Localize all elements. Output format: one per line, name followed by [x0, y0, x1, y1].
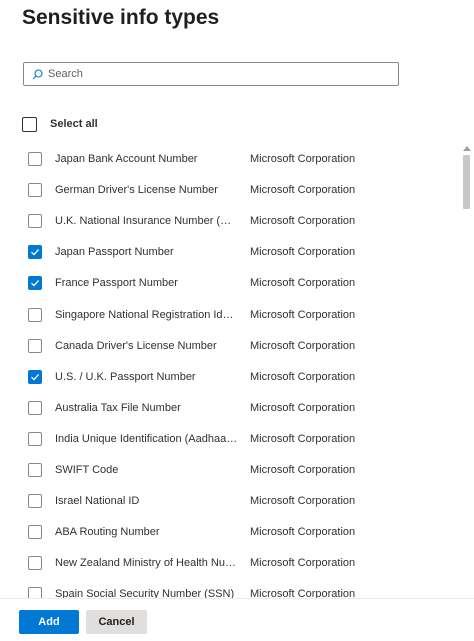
list-item[interactable]: German Driver's License Number Microsoft …: [0, 175, 460, 206]
list-item[interactable]: U.K. National Insurance Number (NINO) Mic…: [0, 206, 460, 237]
list-item[interactable]: Japan Passport Number Microsoft Corporati…: [0, 237, 460, 268]
item-publisher: Microsoft Corporation: [250, 588, 356, 598]
item-checkbox[interactable]: [28, 369, 42, 384]
search-input[interactable]: [48, 64, 398, 84]
item-checkbox[interactable]: [28, 214, 42, 229]
checkmark-icon: [31, 280, 40, 287]
list-item[interactable]: SWIFT Code Microsoft Corporation: [0, 455, 460, 486]
add-button[interactable]: Add: [19, 610, 79, 634]
item-checkbox[interactable]: [28, 494, 42, 509]
item-checkbox[interactable]: [28, 338, 42, 353]
list-item[interactable]: New Zealand Ministry of Health Number Mic…: [0, 548, 460, 579]
item-name: Singapore National Registration Identity…: [55, 308, 238, 321]
item-name: SWIFT Code: [55, 464, 119, 476]
info-types-list[interactable]: Japan Bank Account Number Microsoft Corpo…: [0, 143, 474, 598]
item-name: Spain Social Security Number (SSN): [55, 588, 235, 598]
search-box[interactable]: [23, 62, 399, 86]
item-name: Japan Passport Number: [55, 246, 174, 259]
item-publisher: Microsoft Corporation: [250, 339, 356, 352]
select-all-label: Select all: [50, 118, 98, 130]
item-name: German Driver's License Number: [55, 184, 218, 197]
scroll-thumb[interactable]: [463, 155, 470, 209]
item-name: ABA Routing Number: [55, 526, 160, 539]
item-publisher: Microsoft Corporation: [250, 215, 356, 228]
list-item[interactable]: U.S. / U.K. Passport Number Microsoft Cor…: [0, 361, 460, 392]
item-checkbox[interactable]: [28, 587, 42, 598]
list-item[interactable]: Canada Driver's License Number Microsoft …: [0, 330, 460, 361]
item-publisher: Microsoft Corporation: [250, 153, 356, 165]
item-publisher: Microsoft Corporation: [250, 308, 356, 321]
item-name: Israel National ID: [55, 495, 140, 508]
item-checkbox[interactable]: [28, 276, 42, 291]
item-publisher: Microsoft Corporation: [250, 495, 356, 508]
list-item[interactable]: Israel National ID Microsoft Corporation: [0, 486, 460, 517]
list-item[interactable]: India Unique Identification (Aadhaar) Nu…: [0, 423, 460, 454]
checkmark-icon: [31, 373, 40, 381]
list-item[interactable]: ABA Routing Number Microsoft Corporation: [0, 517, 460, 548]
item-checkbox[interactable]: [28, 400, 42, 415]
item-name: India Unique Identification (Aadhaar) Nu…: [55, 432, 238, 445]
item-name: Canada Driver's License Number: [55, 339, 217, 352]
vertical-scrollbar[interactable]: [460, 143, 474, 598]
item-checkbox[interactable]: [28, 245, 42, 260]
item-name: Australia Tax File Number: [55, 401, 181, 414]
list-item[interactable]: France Passport Number Microsoft Corporat…: [0, 268, 460, 299]
item-checkbox[interactable]: [28, 463, 42, 477]
item-checkbox[interactable]: [28, 307, 42, 322]
item-publisher: Microsoft Corporation: [250, 370, 356, 383]
item-publisher: Microsoft Corporation: [250, 277, 356, 290]
item-publisher: Microsoft Corporation: [250, 401, 356, 414]
list-item[interactable]: Singapore National Registration Identity…: [0, 299, 460, 330]
list-item[interactable]: Japan Bank Account Number Microsoft Corpo…: [0, 144, 460, 175]
item-publisher: Microsoft Corporation: [250, 526, 356, 539]
item-name: U.K. National Insurance Number (NINO): [55, 215, 238, 228]
select-all-row[interactable]: Select all: [22, 115, 98, 133]
item-checkbox[interactable]: [28, 152, 42, 166]
item-checkbox[interactable]: [28, 431, 42, 446]
item-publisher: Microsoft Corporation: [250, 464, 356, 476]
item-name: France Passport Number: [55, 277, 178, 290]
item-publisher: Microsoft Corporation: [250, 432, 356, 445]
item-publisher: Microsoft Corporation: [250, 557, 356, 570]
item-publisher: Microsoft Corporation: [250, 184, 356, 197]
item-checkbox[interactable]: [28, 556, 42, 571]
item-name: New Zealand Ministry of Health Number: [55, 557, 238, 570]
list-item[interactable]: Australia Tax File Number Microsoft Corpo…: [0, 392, 460, 423]
cancel-button[interactable]: Cancel: [86, 610, 147, 634]
item-checkbox[interactable]: [28, 183, 42, 198]
search-icon: [32, 68, 44, 80]
page-title: Sensitive info types: [22, 6, 220, 29]
list-item[interactable]: Spain Social Security Number (SSN) Micros…: [0, 579, 460, 598]
item-name: U.S. / U.K. Passport Number: [55, 370, 196, 383]
checkmark-icon: [31, 249, 40, 256]
item-name: Japan Bank Account Number: [55, 153, 198, 165]
footer: Add Cancel: [0, 598, 474, 641]
scroll-up-arrow[interactable]: [463, 146, 471, 151]
select-all-checkbox[interactable]: [22, 116, 37, 132]
item-publisher: Microsoft Corporation: [250, 246, 356, 259]
item-checkbox[interactable]: [28, 525, 42, 540]
